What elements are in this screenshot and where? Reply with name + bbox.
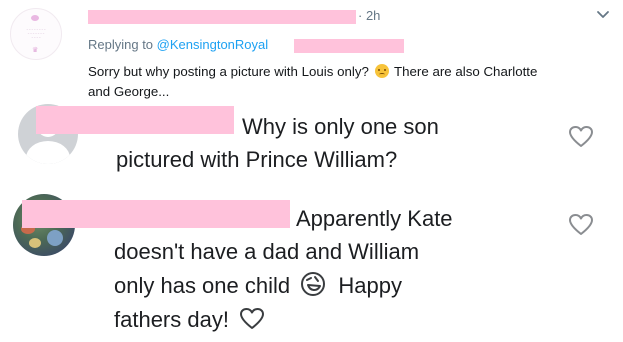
crown-icon: ♛ xyxy=(32,47,39,54)
comment-1-line-2: pictured with Prince William? xyxy=(116,147,398,172)
comment-2-text-after-emoji: Happy xyxy=(338,273,402,298)
replying-prefix: Replying to xyxy=(88,37,157,52)
comment-1-line-1: Why is only one son xyxy=(242,114,439,139)
redacted-handle xyxy=(294,39,404,53)
comment-2-text-before-emoji: only has one child xyxy=(114,273,291,298)
redacted-commenter-name-1 xyxy=(36,106,234,134)
rolling-laughing-emoji-icon xyxy=(301,272,326,296)
comment-2-line-1: Apparently Kate xyxy=(296,206,453,231)
like-heart-icon[interactable] xyxy=(568,213,594,237)
comment-2-line-2: doesn't have a dad and William xyxy=(114,239,420,264)
comment-2-line-3: only has one child Happy xyxy=(114,270,402,302)
user-avatar[interactable]: ~~~~~~~~ ~~~~~~~ ~~~~ ♛ xyxy=(10,8,62,60)
like-heart-icon[interactable] xyxy=(568,125,594,149)
redacted-username xyxy=(88,10,356,24)
tweet-text: Sorry but why posting a picture with Lou… xyxy=(88,62,548,102)
redacted-commenter-name-2 xyxy=(22,200,290,228)
comment-2-text-end: fathers day! xyxy=(114,307,229,332)
avatar-logo-text: ~~~~~~~~ ~~~~~~~ ~~~~ xyxy=(25,27,47,39)
replying-handle[interactable]: @KensingtonRoyal xyxy=(157,37,268,52)
heart-outline-icon xyxy=(240,308,265,329)
replying-to-line: Replying to @KensingtonRoyal xyxy=(88,37,268,52)
comment-2-line-4: fathers day! xyxy=(114,304,265,336)
chevron-down-icon[interactable] xyxy=(596,10,610,20)
avatar-decoration xyxy=(31,15,39,21)
worried-face-emoji-icon xyxy=(374,64,389,78)
tweet-timestamp[interactable]: · 2h xyxy=(358,8,380,23)
tweet-text-part-1: Sorry but why posting a picture with Lou… xyxy=(88,64,373,79)
